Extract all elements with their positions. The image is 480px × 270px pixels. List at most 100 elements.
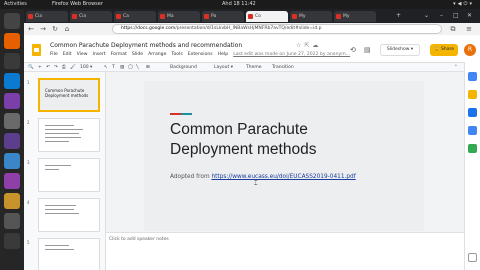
browser-tab[interactable]: Cia	[70, 11, 112, 22]
paint-format-icon[interactable]: 🖌	[70, 64, 76, 72]
speaker-notes-placeholder: Click to add speaker notes	[109, 237, 169, 242]
extensions-icon[interactable]: ⧉	[448, 24, 458, 34]
forward-icon[interactable]: →	[38, 24, 48, 34]
clock[interactable]: Ahd 18 11:42	[222, 0, 256, 9]
firefox-icon[interactable]	[4, 33, 20, 49]
collapse-menu-icon[interactable]: ⌃	[454, 64, 458, 72]
slide-number: 3	[27, 160, 30, 165]
redo-icon[interactable]: ↷	[54, 64, 58, 72]
chat-icon[interactable]	[4, 153, 20, 169]
presentation-icon[interactable]	[4, 133, 20, 149]
explore-icon[interactable]	[468, 253, 477, 262]
slide-thumbnail[interactable]	[38, 158, 100, 192]
transition-button[interactable]: Transition	[272, 64, 294, 72]
screenshot-icon[interactable]	[4, 53, 20, 69]
slide-canvas[interactable]: Common Parachute Deployment methods Adop…	[144, 81, 424, 231]
comment-add-icon[interactable]: ⊞	[146, 64, 150, 72]
new-tab-icon[interactable]: +	[396, 9, 401, 23]
minimize-icon[interactable]: –	[440, 9, 443, 23]
system-tray[interactable]: ▾◀⏻▾	[453, 0, 474, 9]
cloud-status-icon[interactable]: ☁	[312, 42, 321, 49]
shape-icon[interactable]: ◯	[128, 64, 133, 72]
tab-label: My	[299, 14, 306, 19]
maximize-icon[interactable]: □	[453, 9, 459, 23]
layout-button[interactable]: Layout ▾	[214, 64, 233, 72]
source-link[interactable]: https://www.eucass.eu/doi/EUCASS2019-041…	[211, 174, 355, 180]
slide-title[interactable]: Common Parachute Deployment methods	[170, 120, 316, 160]
browser-tab[interactable]: Co	[246, 11, 288, 22]
tab-label: Cia	[79, 14, 87, 19]
calendar-icon[interactable]	[468, 72, 477, 81]
menu-insert[interactable]: Insert	[93, 52, 106, 57]
slide-thumbnail[interactable]	[38, 118, 100, 152]
menu-slide[interactable]: Slide	[132, 52, 143, 57]
text-box-icon[interactable]: T	[112, 64, 115, 72]
reload-icon[interactable]: ↻	[50, 24, 60, 34]
settings-icon[interactable]	[4, 93, 20, 109]
search-menus-icon[interactable]: 🔍	[28, 64, 34, 72]
menu-view[interactable]: View	[77, 52, 88, 57]
browser-tab[interactable]: My	[334, 11, 376, 22]
background-button[interactable]: Background	[170, 64, 197, 72]
select-icon[interactable]: ↖	[104, 64, 108, 72]
menu-help[interactable]: Help	[218, 52, 228, 57]
thumbnail-line	[45, 169, 60, 170]
tasks-icon[interactable]	[468, 108, 477, 117]
notes-icon[interactable]	[4, 193, 20, 209]
contacts-icon[interactable]	[468, 126, 477, 135]
vscode-icon[interactable]	[4, 73, 20, 89]
menu-arrange[interactable]: Arrange	[148, 52, 166, 57]
browser-menu-icon[interactable]: ≡	[464, 24, 474, 34]
browser-tab[interactable]: Ca	[114, 11, 156, 22]
slide-subtitle[interactable]: Adopted from https://www.eucass.eu/doi/E…	[170, 174, 356, 180]
close-window-icon[interactable]: ✕	[467, 9, 472, 23]
activities-button[interactable]: Activities	[4, 0, 27, 9]
slide-thumbnail[interactable]	[38, 198, 100, 232]
slide-thumbnail[interactable]	[38, 238, 100, 270]
tab-label: Ca	[123, 14, 129, 19]
maps-icon[interactable]	[468, 144, 477, 153]
back-icon[interactable]: ←	[26, 24, 36, 34]
slides-logo-icon[interactable]	[32, 44, 41, 56]
menu-tools[interactable]: Tools	[171, 52, 182, 57]
chevron-down-icon: ▾	[469, 1, 474, 7]
document-title[interactable]: Common Parachute Deployment methods and …	[50, 42, 242, 49]
last-edit-link[interactable]: Last edit was made on June 27, 2022 by a…	[233, 52, 350, 57]
comments-icon[interactable]: ▤	[364, 46, 371, 54]
menu-format[interactable]: Format	[111, 52, 127, 57]
browser-tab[interactable]: Ma	[158, 11, 200, 22]
app-menu[interactable]: Firefox Web Browser	[52, 0, 103, 9]
thumbnail-line	[45, 249, 74, 250]
history-icon[interactable]: ⟲	[350, 46, 356, 54]
undo-icon[interactable]: ↶	[46, 64, 50, 72]
tab-list-icon[interactable]: ⌄	[424, 9, 429, 23]
keep-icon[interactable]	[468, 90, 477, 99]
trash-icon[interactable]	[4, 213, 20, 229]
address-bar[interactable]: https://docs.google.com/presentation/d/1…	[112, 24, 442, 34]
menu-file[interactable]: File	[50, 52, 58, 57]
menu-edit[interactable]: Edit	[63, 52, 72, 57]
zoom-select[interactable]: 100 ▾	[80, 64, 92, 72]
terminal-icon[interactable]	[4, 13, 20, 29]
files-icon[interactable]	[4, 113, 20, 129]
home-icon[interactable]: ⌂	[62, 24, 72, 34]
share-button[interactable]: 🔒 Share	[430, 44, 458, 56]
apps-grid-icon[interactable]	[4, 233, 20, 249]
image-icon[interactable]: ▨	[120, 64, 124, 72]
slideshow-label: Slideshow	[386, 47, 410, 52]
browser-window: Cia Cia Ca Ma Pa Co My My + ⌄ – □ ✕ ← → ↻ ⌂ htt…	[24, 9, 480, 270]
slide-thumbnail[interactable]: Common Parachute Deployment methods	[38, 78, 100, 112]
slide-filmstrip[interactable]: 1 Common Parachute Deployment methods 2 3 4 5	[24, 72, 106, 270]
line-icon[interactable]: ╲	[136, 64, 139, 72]
browser-tab[interactable]: Pa	[202, 11, 244, 22]
speaker-notes[interactable]: Click to add speaker notes	[106, 232, 464, 270]
media-icon[interactable]	[4, 173, 20, 189]
print-icon[interactable]: ⎙	[62, 64, 66, 72]
new-slide-icon[interactable]: +	[38, 64, 42, 72]
avatar[interactable]: R	[464, 44, 476, 56]
browser-tab[interactable]: My	[290, 11, 332, 22]
menu-extensions[interactable]: Extensions	[188, 52, 213, 57]
theme-button[interactable]: Theme	[246, 64, 262, 72]
slideshow-button[interactable]: Slideshow ▾	[380, 44, 420, 56]
browser-tab[interactable]: Cia	[26, 11, 68, 22]
